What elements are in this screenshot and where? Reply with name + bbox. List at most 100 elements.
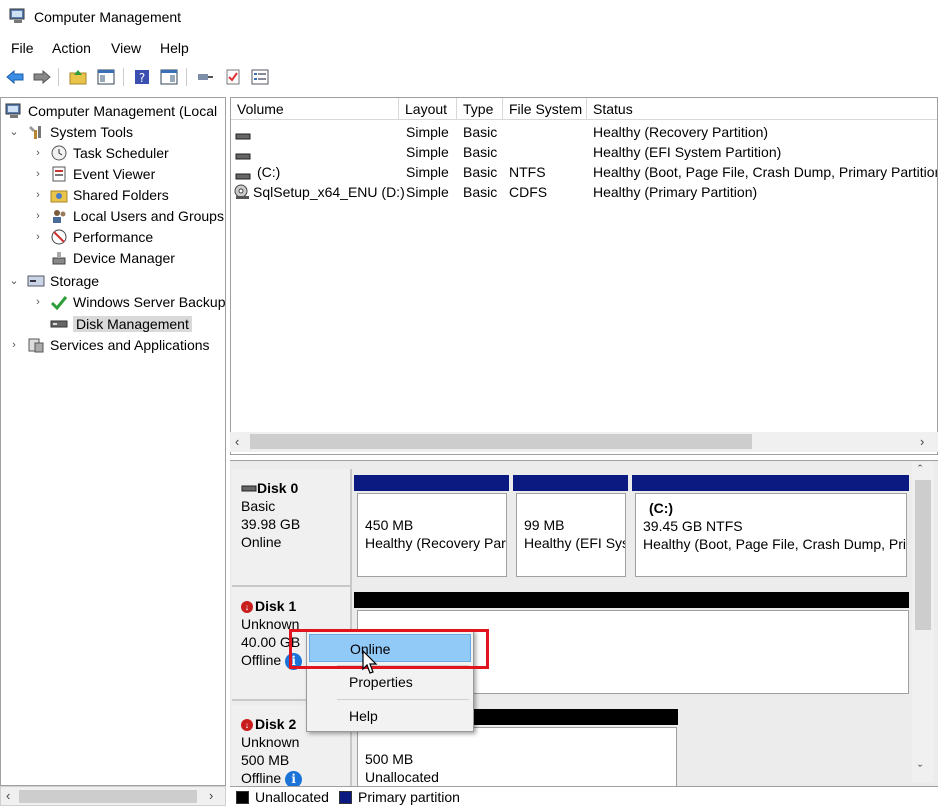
- scroll-thumb[interactable]: [250, 434, 752, 449]
- partition-size: 99 MB: [524, 517, 565, 533]
- chevron-right-icon[interactable]: ›: [31, 210, 45, 222]
- partition-size: 450 MB: [365, 517, 414, 533]
- disk-management-icon: [50, 316, 68, 332]
- chevron-right-icon[interactable]: ›: [7, 339, 21, 351]
- navigation-tree: Computer Management (Local ⌄ System Tool…: [0, 97, 226, 786]
- column-header-layout[interactable]: Layout: [399, 98, 457, 120]
- tools-icon: [27, 124, 45, 140]
- tree-label: Shared Folders: [73, 186, 169, 203]
- partition-c[interactable]: (C:) 39.45 GB NTFS Healthy (Boot, Page F…: [635, 493, 907, 577]
- toolbar: ?: [0, 62, 938, 92]
- tree-item-shared-folders[interactable]: › Shared Folders: [31, 184, 169, 205]
- scroll-left-icon[interactable]: ‹: [6, 788, 10, 803]
- scroll-left-icon[interactable]: ‹: [235, 434, 239, 449]
- cell-layout: Simple: [406, 184, 449, 200]
- scroll-up-icon[interactable]: ˆ: [918, 462, 922, 477]
- tree-item-windows-server-backup[interactable]: › Windows Server Backup: [31, 291, 225, 312]
- chevron-right-icon[interactable]: ›: [31, 189, 45, 201]
- legend-swatch-unallocated: [236, 791, 249, 804]
- offline-disk-icon: ↓: [241, 601, 253, 614]
- disk-name: Disk 2: [255, 716, 297, 732]
- tree-label: Services and Applications: [50, 336, 210, 353]
- back-arrow-icon[interactable]: [5, 67, 25, 87]
- disk-pane-vertical-scrollbar[interactable]: ˆ ˇ: [912, 462, 934, 782]
- partition-recovery[interactable]: 450 MB Healthy (Recovery Part: [357, 493, 507, 577]
- cell-type: Basic: [463, 144, 498, 160]
- column-header-volume[interactable]: Volume: [231, 98, 399, 120]
- tree-item-event-viewer[interactable]: › Event Viewer: [31, 163, 155, 184]
- checklist-icon[interactable]: [223, 67, 243, 87]
- tree-item-system-tools[interactable]: ⌄ System Tools: [7, 121, 133, 142]
- cell-volume: (C:): [257, 164, 281, 180]
- menu-help[interactable]: Help: [160, 40, 189, 56]
- tree-item-local-users[interactable]: › Local Users and Groups: [31, 205, 224, 226]
- tree-horizontal-scrollbar[interactable]: ‹ ›: [0, 786, 226, 806]
- table-row[interactable]: (C:) Simple Basic NTFS Healthy (Boot, Pa…: [231, 163, 937, 183]
- chevron-right-icon[interactable]: ›: [31, 147, 45, 159]
- offline-disk-icon: ↓: [241, 719, 253, 732]
- table-row[interactable]: Simple Basic Healthy (Recovery Partition…: [231, 123, 937, 144]
- partition-label: (C:): [649, 500, 674, 516]
- volume-drive-icon: [235, 148, 251, 164]
- cell-fs: NTFS: [509, 164, 546, 180]
- legend-swatch-primary: [339, 791, 352, 804]
- scroll-thumb[interactable]: [19, 790, 197, 803]
- list-view-icon[interactable]: [250, 67, 270, 87]
- tree-label: Event Viewer: [73, 165, 156, 182]
- column-header-file-system[interactable]: File System: [503, 98, 587, 120]
- column-header-type[interactable]: Type: [457, 98, 503, 120]
- partition-status: Healthy (Recovery Part: [365, 535, 507, 551]
- cell-status: Healthy (Recovery Partition): [593, 124, 769, 140]
- volume-drive-icon: [235, 128, 251, 144]
- context-menu-properties[interactable]: Properties: [309, 668, 471, 696]
- info-icon[interactable]: i: [285, 770, 303, 786]
- scroll-down-icon[interactable]: ˇ: [918, 762, 922, 777]
- partition-efi[interactable]: 99 MB Healthy (EFI Syst: [516, 493, 626, 577]
- shared-folder-icon: [50, 187, 68, 203]
- tree-item-task-scheduler[interactable]: › Task Scheduler: [31, 142, 169, 163]
- connect-icon[interactable]: [195, 67, 215, 87]
- menu-view[interactable]: View: [111, 40, 141, 56]
- chevron-right-icon[interactable]: ›: [31, 231, 45, 243]
- mouse-cursor-icon: [362, 650, 378, 674]
- tree-label: Performance: [73, 228, 154, 245]
- show-hide-tree-icon[interactable]: [96, 67, 116, 87]
- tree-item-computer-management[interactable]: Computer Management (Local: [5, 100, 217, 121]
- scroll-right-icon[interactable]: ›: [920, 434, 924, 449]
- tree-item-device-manager[interactable]: Device Manager: [45, 247, 175, 268]
- chevron-down-icon[interactable]: ⌄: [7, 274, 21, 287]
- menu-file[interactable]: File: [11, 40, 34, 56]
- disk-state: Offline: [241, 652, 282, 668]
- menu-action[interactable]: Action: [52, 40, 91, 56]
- tree-item-storage[interactable]: ⌄ Storage: [7, 270, 99, 291]
- help-icon[interactable]: ?: [132, 67, 152, 87]
- scroll-right-icon[interactable]: ›: [209, 788, 213, 803]
- cd-drive-icon: [234, 184, 250, 203]
- cell-type: Basic: [463, 124, 498, 140]
- tree-item-performance[interactable]: › Performance: [31, 226, 153, 247]
- disk-type: Basic: [241, 498, 276, 514]
- tree-item-disk-management[interactable]: Disk Management: [45, 313, 192, 334]
- tree-item-services-and-applications[interactable]: › Services and Applications: [7, 334, 210, 355]
- disk0-info[interactable]: Disk 0 Basic 39.98 GB Online: [232, 469, 352, 587]
- scroll-thumb[interactable]: [915, 480, 931, 630]
- forward-arrow-icon[interactable]: [32, 67, 52, 87]
- table-row[interactable]: SqlSetup_x64_ENU (D:) Simple Basic CDFS …: [231, 183, 937, 203]
- volume-list-horizontal-scrollbar[interactable]: ‹ ›: [230, 432, 938, 452]
- partition-size: 39.45 GB NTFS: [643, 518, 743, 534]
- chevron-right-icon[interactable]: ›: [31, 296, 45, 308]
- properties-view-icon[interactable]: [159, 67, 179, 87]
- cell-type: Basic: [463, 164, 498, 180]
- tree-label: Computer Management (Local: [28, 102, 218, 119]
- highlight-box: [289, 629, 489, 669]
- chevron-down-icon[interactable]: ⌄: [7, 125, 21, 138]
- event-viewer-icon: [50, 166, 68, 182]
- disk2-unallocated-partition[interactable]: 500 MB Unallocated: [357, 727, 677, 786]
- chevron-right-icon[interactable]: ›: [31, 168, 45, 180]
- up-folder-icon[interactable]: [68, 67, 88, 87]
- column-header-status[interactable]: Status: [587, 98, 937, 120]
- device-manager-icon: [50, 250, 68, 266]
- context-menu-help[interactable]: Help: [309, 702, 471, 730]
- table-row[interactable]: Simple Basic Healthy (EFI System Partiti…: [231, 143, 937, 164]
- partition-strip-primary: [354, 475, 509, 491]
